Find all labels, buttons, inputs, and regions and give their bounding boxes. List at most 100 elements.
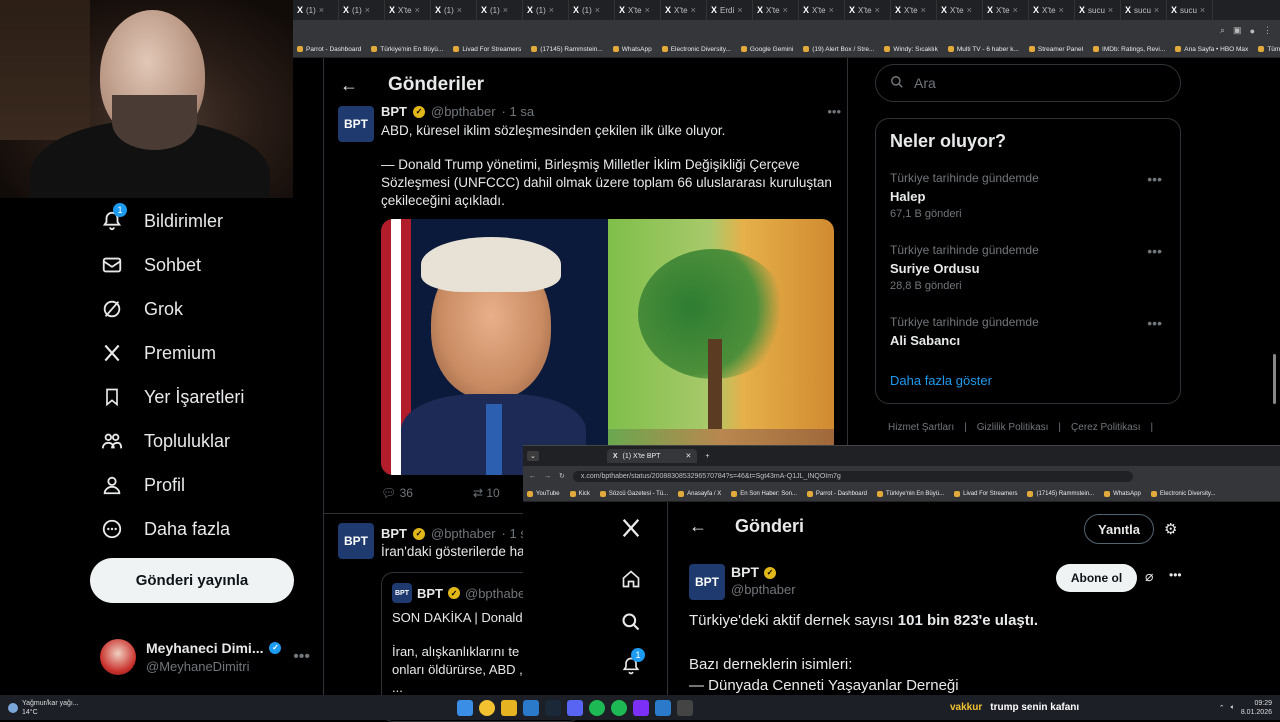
browser-tab[interactable]: X (1) × bbox=[431, 0, 477, 20]
steam-icon[interactable] bbox=[545, 699, 561, 716]
footer-link[interactable]: Gizlilik Politikası bbox=[977, 422, 1049, 433]
nav-item-communities[interactable]: Topluluklar bbox=[100, 426, 230, 456]
browser-tab[interactable]: X X'te × bbox=[937, 0, 983, 20]
grok-icon[interactable]: ⌀ bbox=[1145, 568, 1153, 585]
browser-tab[interactable]: X X'te × bbox=[799, 0, 845, 20]
nav-item-more[interactable]: Daha fazla bbox=[100, 514, 230, 544]
show-more-link[interactable]: Daha fazla göster bbox=[890, 373, 992, 388]
reply-button[interactable]: 💬︎ 36 bbox=[381, 486, 413, 500]
bookmark-item[interactable]: (17145) Rammstein... bbox=[531, 46, 603, 53]
browser-tab[interactable]: X X'te × bbox=[983, 0, 1029, 20]
account-switcher[interactable]: Meyhaneci Dimi... ✓ @MeyhaneDimitri ••• bbox=[100, 636, 310, 678]
browser-tab[interactable]: X X'te × bbox=[661, 0, 707, 20]
more-dots-icon[interactable]: ••• bbox=[1169, 568, 1182, 582]
bookmark-item[interactable]: Windy: Sıcaklık bbox=[884, 46, 938, 53]
close-icon[interactable]: × bbox=[691, 5, 696, 15]
bookmark-item[interactable]: Multi TV - 6 haber k... bbox=[947, 46, 1019, 53]
tweet-media[interactable] bbox=[381, 219, 834, 475]
bookmark-item[interactable]: Türkiye'nin En Büyü... bbox=[371, 46, 443, 53]
folder-icon[interactable] bbox=[501, 699, 517, 716]
close-icon[interactable]: × bbox=[503, 5, 508, 15]
close-icon[interactable]: × bbox=[1013, 5, 1018, 15]
bookmark-item[interactable]: En Son Haber: Son... bbox=[731, 490, 797, 497]
author-handle[interactable]: @bpthaber bbox=[731, 581, 796, 598]
weather-widget[interactable]: Yağmur/kar yağı... 14°C bbox=[0, 699, 200, 717]
trend-item[interactable]: Türkiye tarihinde gündemde Suriye Ordusu… bbox=[890, 243, 1170, 292]
close-icon[interactable]: × bbox=[1059, 5, 1064, 15]
browser-tab[interactable]: X (1) × bbox=[477, 0, 523, 20]
trend-item[interactable]: Türkiye tarihinde gündemde Halep 67,1 B … bbox=[890, 171, 1170, 220]
bookmark-item[interactable]: Kick bbox=[569, 490, 590, 497]
close-icon[interactable]: × bbox=[319, 5, 324, 15]
trend-item[interactable]: Türkiye tarihinde gündemde Ali Sabancı •… bbox=[890, 315, 1170, 348]
reload-icon[interactable]: ↻ bbox=[559, 472, 565, 480]
bookmark-item[interactable]: Electronic Diversity... bbox=[1150, 490, 1215, 497]
bookmark-item[interactable]: Livad For Streamers bbox=[954, 490, 1017, 497]
bookmark-item[interactable]: YouTube bbox=[527, 490, 560, 497]
bell-icon[interactable]: 1 bbox=[619, 648, 645, 678]
author-name[interactable]: BPT bbox=[381, 104, 407, 119]
author-name[interactable]: BPT bbox=[731, 564, 759, 581]
bookmark-item[interactable]: Sözcü Gazetesi - Tü... bbox=[599, 490, 668, 497]
system-tray[interactable]: ⌃ 🔈︎ 09:29 8.01.2026 bbox=[1160, 699, 1280, 717]
bookmark-item[interactable]: Parrot - Dashboard bbox=[297, 46, 361, 53]
bookmark-item[interactable]: Anasayfa / X bbox=[678, 490, 721, 497]
browser-tab[interactable]: X X'te × bbox=[753, 0, 799, 20]
bookmark-item[interactable]: IMDb: Ratings, Revi... bbox=[1093, 46, 1165, 53]
app-icon[interactable] bbox=[655, 699, 671, 716]
nav-item-chat[interactable]: Sohbet bbox=[100, 250, 201, 280]
browser-tab[interactable]: Xsucu × bbox=[1121, 0, 1167, 20]
browser-tab[interactable]: X Erdi × bbox=[707, 0, 753, 20]
repost-button[interactable]: ⇄ 10 bbox=[473, 486, 500, 500]
more-dots-icon[interactable]: ••• bbox=[1147, 315, 1162, 331]
bookmark-item[interactable]: Parrot - Dashboard bbox=[806, 490, 867, 497]
browser-tab[interactable]: X X'te × bbox=[891, 0, 937, 20]
scrollbar-thumb[interactable] bbox=[1273, 354, 1276, 404]
tweet-time[interactable]: · 1 sa bbox=[502, 104, 535, 119]
bookmark-item[interactable]: Türkiye'nin En Büyü... bbox=[876, 490, 944, 497]
close-icon[interactable]: × bbox=[967, 5, 972, 15]
forward-icon[interactable]: → bbox=[544, 473, 551, 480]
search-icon[interactable] bbox=[619, 610, 643, 634]
tab-menu-icon[interactable]: ⌄ bbox=[527, 451, 539, 461]
close-icon[interactable]: × bbox=[1200, 5, 1205, 15]
bookmark-item[interactable]: Tüm Yer İşaretleri bbox=[1258, 46, 1280, 53]
author-name[interactable]: BPT bbox=[381, 526, 407, 541]
browser-tab[interactable]: X X'te × bbox=[1029, 0, 1075, 20]
search-input[interactable]: Ara bbox=[875, 64, 1181, 102]
nav-item-notifications[interactable]: 1 Bildirimler bbox=[100, 203, 223, 236]
bookmark-item[interactable]: Electronic Diversity... bbox=[661, 46, 731, 53]
tweet-avatar[interactable]: BPT bbox=[338, 106, 374, 142]
close-icon[interactable]: × bbox=[1154, 5, 1159, 15]
post-button[interactable]: Gönderi yayınla bbox=[90, 558, 294, 603]
bookmark-item[interactable]: (17145) Rammstein... bbox=[1027, 490, 1094, 497]
close-icon[interactable]: × bbox=[875, 5, 880, 15]
active-tab[interactable]: X (1) X'te BPT ✕ bbox=[606, 449, 698, 463]
browser-tab[interactable]: X X'te × bbox=[615, 0, 661, 20]
menu-icon[interactable]: ⋮ bbox=[1263, 25, 1272, 36]
tweet-avatar[interactable]: BPT bbox=[338, 523, 374, 559]
close-icon[interactable]: × bbox=[457, 5, 462, 15]
scrollbar[interactable] bbox=[1271, 60, 1277, 440]
speaker-icon[interactable]: 🔈︎ bbox=[1231, 704, 1235, 712]
browser-tab[interactable]: X (1) × bbox=[569, 0, 615, 20]
bookmark-item[interactable]: WhatsApp bbox=[1104, 490, 1141, 497]
more-dots-icon[interactable]: ••• bbox=[1147, 243, 1162, 259]
author-handle[interactable]: @bpthaber bbox=[431, 526, 496, 541]
more-dots-icon[interactable]: ••• bbox=[827, 104, 841, 119]
close-icon[interactable]: × bbox=[921, 5, 926, 15]
filter-icon[interactable]: ⚙︎ bbox=[1164, 520, 1177, 538]
nav-item-premium[interactable]: Premium bbox=[100, 338, 216, 368]
address-bar[interactable]: x.com/bpthaber/status/200883085329657078… bbox=[572, 470, 1133, 482]
app-icon[interactable] bbox=[523, 699, 539, 716]
search-icon[interactable]: ⌕ bbox=[1220, 25, 1225, 36]
back-icon[interactable]: ← bbox=[529, 473, 536, 480]
browser-tab[interactable]: X (1) × bbox=[523, 0, 569, 20]
discord-icon[interactable] bbox=[567, 699, 583, 716]
browser-tab[interactable]: Xsucu × bbox=[1167, 0, 1213, 20]
close-icon[interactable]: × bbox=[595, 5, 600, 15]
bookmark-item[interactable]: Livad For Streamers bbox=[453, 46, 521, 53]
home-icon[interactable] bbox=[619, 567, 643, 591]
nav-item-grok[interactable]: Grok bbox=[100, 294, 183, 324]
close-icon[interactable]: × bbox=[829, 5, 834, 15]
